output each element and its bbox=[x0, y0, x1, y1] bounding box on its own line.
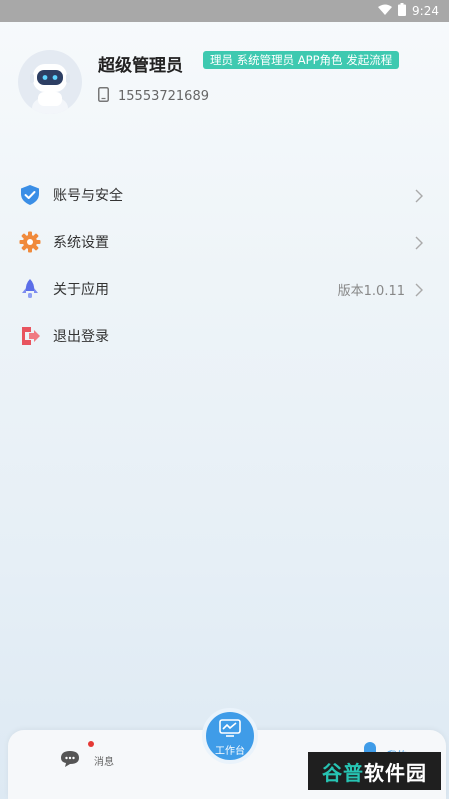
menu-item-label: 账号与安全 bbox=[53, 188, 123, 204]
chevron-right-icon bbox=[415, 188, 423, 203]
status-icons: 9:24 bbox=[378, 2, 439, 20]
robot-avatar-icon bbox=[30, 64, 70, 114]
battery-icon bbox=[398, 3, 407, 19]
chevron-right-icon bbox=[415, 235, 423, 250]
status-bar: 9:24 bbox=[0, 0, 449, 22]
rocket-icon bbox=[19, 278, 41, 300]
role-badge: 理员 系统管理员 APP角色 发起流程 bbox=[203, 51, 400, 69]
chat-bubble-icon bbox=[61, 751, 79, 767]
unread-dot bbox=[88, 741, 94, 747]
menu-item-label: 系统设置 bbox=[53, 235, 109, 251]
phone-icon bbox=[98, 87, 109, 106]
logout-icon bbox=[19, 325, 41, 347]
nav-messages-label: 消息 bbox=[94, 757, 114, 768]
menu-item-label: 关于应用 bbox=[53, 282, 109, 298]
menu-item-about-app[interactable]: 关于应用 版本1.0.11 bbox=[0, 269, 449, 309]
gear-icon bbox=[19, 231, 41, 253]
menu-item-system-settings[interactable]: 系统设置 bbox=[0, 222, 449, 262]
chart-icon bbox=[219, 719, 241, 737]
menu-item-account-security[interactable]: 账号与安全 bbox=[0, 175, 449, 215]
avatar[interactable] bbox=[18, 50, 82, 114]
profile-screen: 9:24 超级管理员 理员 系统管理员 APP角色 发起流程 155537216… bbox=[0, 0, 449, 799]
shield-icon bbox=[19, 184, 41, 206]
phone-row: 15553721689 bbox=[98, 87, 209, 106]
menu-item-logout[interactable]: 退出登录 bbox=[0, 316, 449, 356]
wifi-icon bbox=[378, 4, 393, 18]
phone-number: 15553721689 bbox=[118, 89, 209, 104]
watermark-logo: 谷普 软件园 bbox=[308, 752, 441, 790]
watermark-part2: 软件园 bbox=[364, 760, 427, 785]
app-version: 版本1.0.11 bbox=[337, 283, 405, 299]
status-time: 9:24 bbox=[412, 4, 439, 18]
chevron-right-icon bbox=[415, 282, 423, 297]
user-name: 超级管理员 bbox=[98, 56, 183, 76]
watermark-part1: 谷普 bbox=[322, 760, 364, 785]
workbench-label: 工作台 bbox=[215, 746, 245, 757]
menu-item-label: 退出登录 bbox=[53, 329, 109, 345]
